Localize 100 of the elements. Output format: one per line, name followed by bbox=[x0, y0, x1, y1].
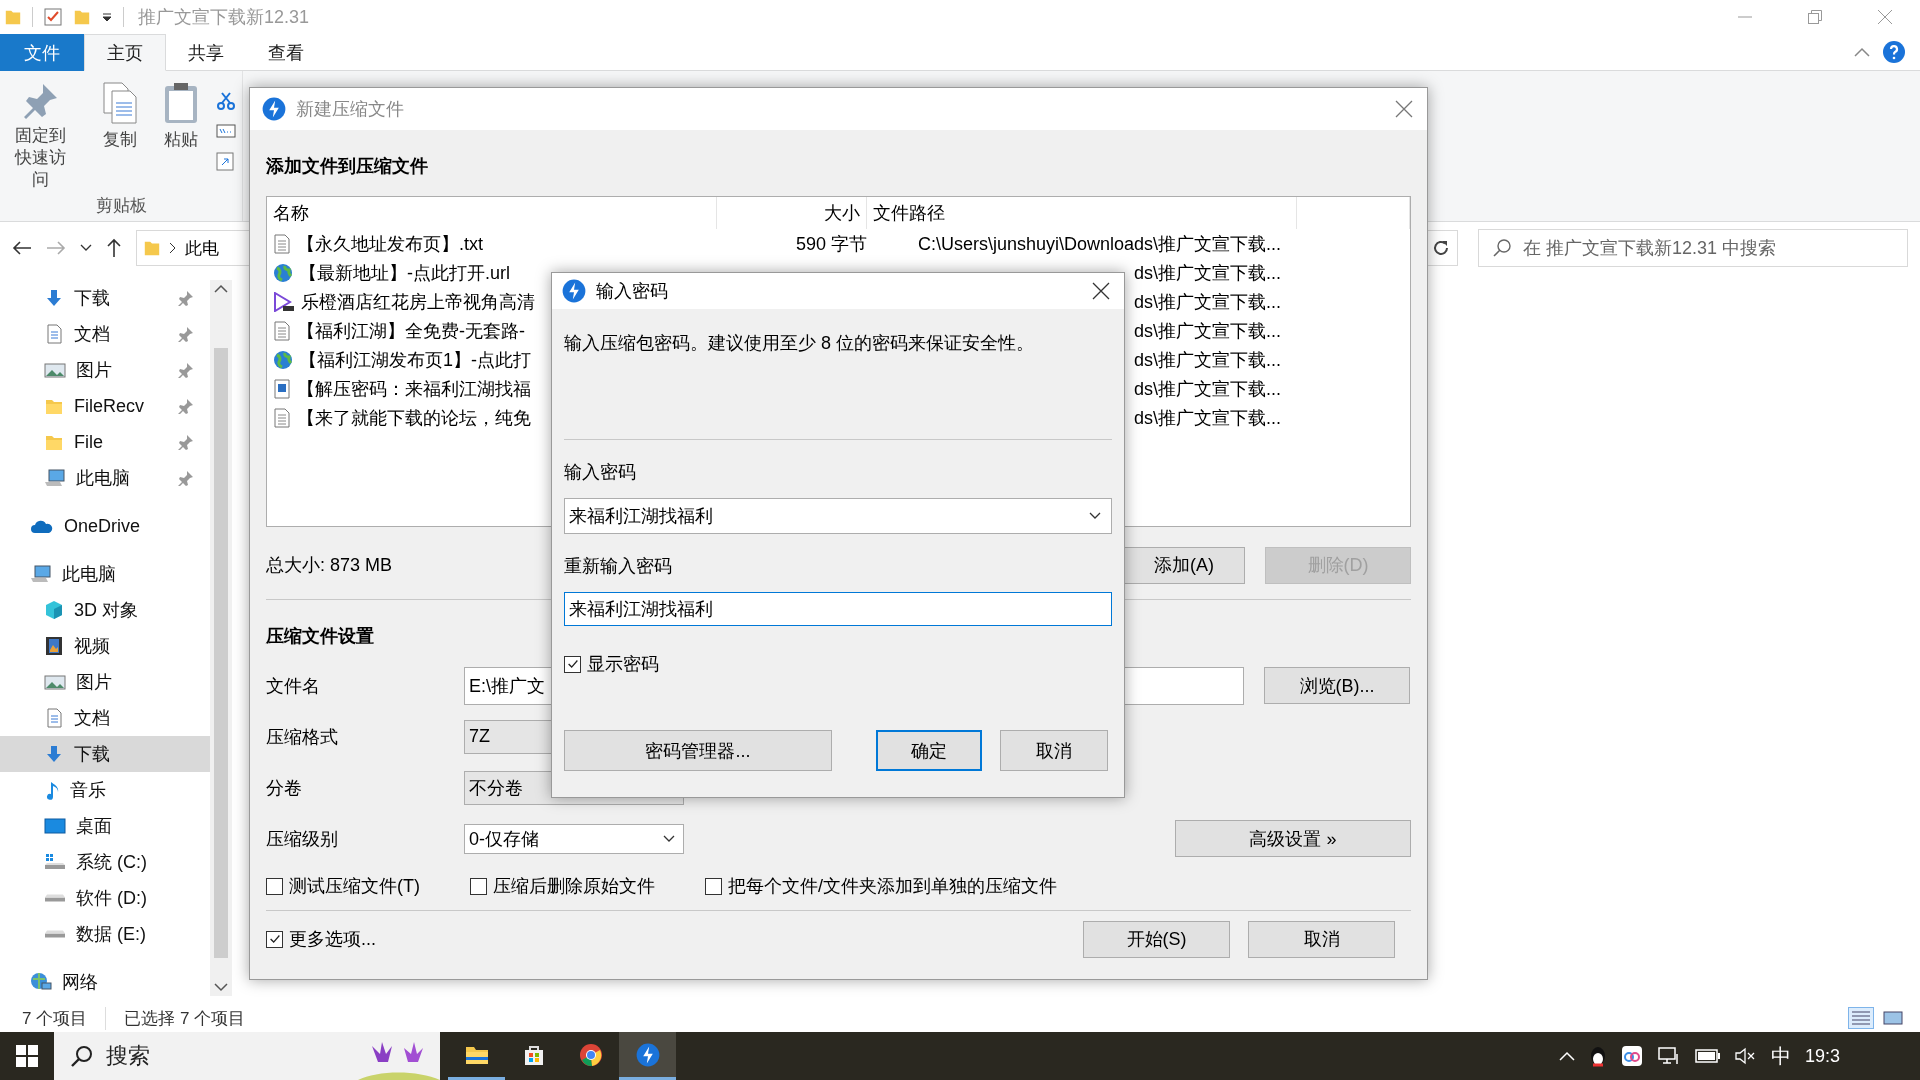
item-count: 7 个项目 bbox=[22, 1007, 89, 1030]
globe-icon bbox=[273, 262, 293, 283]
nav-item[interactable]: 此电脑 bbox=[0, 460, 210, 496]
archiver-app-icon bbox=[262, 97, 286, 121]
clock[interactable]: 19:3 bbox=[1804, 1045, 1840, 1067]
nav-item[interactable]: 下载 bbox=[0, 280, 210, 316]
ok-button[interactable]: 确定 bbox=[876, 730, 982, 771]
nav-item[interactable]: 文档 bbox=[0, 316, 210, 352]
file-path: ds\推广文宣下载... bbox=[1134, 407, 1281, 428]
windows-logo-icon bbox=[16, 1045, 38, 1067]
ribbon-tab[interactable]: 查看 bbox=[246, 34, 326, 71]
cancel-button[interactable]: 取消 bbox=[1000, 730, 1108, 771]
drive-icon bbox=[44, 894, 66, 902]
ribbon-button[interactable]: 复制 bbox=[93, 79, 147, 194]
download-arrow-icon bbox=[44, 744, 64, 764]
nav-item[interactable]: 数据 (E:) bbox=[0, 916, 210, 952]
network-icon bbox=[30, 972, 52, 992]
scrollbar[interactable] bbox=[210, 280, 232, 996]
back-button[interactable] bbox=[12, 240, 32, 256]
window-title: 推广文宣下载新12.31 bbox=[138, 6, 310, 29]
film-icon bbox=[44, 636, 64, 656]
show-password-checkbox-label[interactable]: 显示密码 bbox=[564, 652, 659, 676]
input-method-indicator[interactable]: 中 bbox=[1770, 1042, 1791, 1070]
nav-item[interactable]: 软件 (D:) bbox=[0, 880, 210, 916]
refresh-button[interactable] bbox=[1431, 238, 1451, 258]
search-field[interactable]: 在 推广文宣下载新12.31 中搜索 bbox=[1478, 229, 1908, 267]
checkbox[interactable] bbox=[266, 877, 283, 895]
option-checkbox-label[interactable]: 把每个文件/文件夹添加到单独的压缩文件 bbox=[705, 874, 1057, 898]
network-icon bbox=[1656, 1046, 1681, 1066]
start-button[interactable]: 开始(S) bbox=[1083, 920, 1230, 958]
file-path: ds\推广文宣下载... bbox=[1134, 378, 1281, 399]
nav-item[interactable]: 图片 bbox=[0, 352, 210, 388]
nav-item[interactable]: 音乐 bbox=[0, 772, 210, 808]
cube-icon bbox=[44, 600, 64, 620]
checkbox[interactable] bbox=[705, 877, 722, 895]
nav-item[interactable]: 文档 bbox=[0, 700, 210, 736]
chrome-icon bbox=[578, 1042, 603, 1067]
close-icon bbox=[1395, 100, 1413, 118]
check-icon bbox=[565, 657, 580, 671]
desktop-icon bbox=[44, 817, 66, 835]
download-arrow-icon bbox=[44, 288, 64, 308]
file-path: ds\推广文宣下载... bbox=[1134, 262, 1281, 283]
checkbox[interactable] bbox=[564, 655, 581, 673]
drive-icon bbox=[44, 930, 66, 938]
nav-item[interactable]: 桌面 bbox=[0, 808, 210, 844]
add-button[interactable]: 添加(A) bbox=[1123, 546, 1245, 584]
ribbon-tab[interactable]: 主页 bbox=[84, 34, 166, 71]
nav-item[interactable]: 下载 bbox=[0, 736, 210, 772]
level-dropdown[interactable]: 0-仅存储 bbox=[464, 823, 684, 854]
search-icon bbox=[1492, 238, 1512, 258]
text-file-icon bbox=[273, 233, 291, 254]
text-file-icon bbox=[273, 320, 291, 341]
nav-item[interactable]: FileRecv bbox=[0, 388, 210, 424]
column-header[interactable]: 大小 bbox=[717, 197, 867, 229]
column-header[interactable]: 名称 bbox=[267, 197, 717, 229]
speaker-muted-icon bbox=[1734, 1047, 1757, 1065]
advanced-settings-button[interactable]: 高级设置 » bbox=[1175, 820, 1411, 857]
details-view-icon bbox=[1850, 1009, 1872, 1027]
file-name: 【解压密码：来福利江湖找福 bbox=[297, 377, 531, 401]
file-name: 【福利江湖】全免费-无套路- bbox=[297, 319, 525, 343]
file-path: ds\推广文宣下载... bbox=[1134, 320, 1281, 341]
column-header[interactable]: 文件路径 bbox=[867, 197, 1297, 229]
computer-icon bbox=[44, 468, 66, 488]
nav-item[interactable]: File bbox=[0, 424, 210, 460]
image-file-icon bbox=[273, 378, 291, 399]
option-checkbox-label[interactable]: 测试压缩文件(T) bbox=[266, 874, 420, 898]
file-path: C:\Users\junshuyi\Downloads\推广文宣下载... bbox=[917, 233, 1281, 254]
password-manager-button[interactable]: 密码管理器... bbox=[564, 730, 832, 771]
nav-item[interactable]: 视频 bbox=[0, 628, 210, 664]
recent-locations-button[interactable] bbox=[80, 244, 92, 252]
ribbon-button[interactable]: 固定到快速访问 bbox=[6, 79, 76, 194]
ribbon-tab[interactable]: 文件 bbox=[0, 34, 84, 71]
nav-item[interactable]: OneDrive bbox=[0, 508, 210, 544]
nav-item[interactable]: 3D 对象 bbox=[0, 592, 210, 628]
nav-item[interactable]: 网络 bbox=[0, 964, 210, 1000]
nav-item[interactable]: 图片 bbox=[0, 664, 210, 700]
browse-button[interactable]: 浏览(B)... bbox=[1264, 667, 1410, 704]
close-icon bbox=[1092, 282, 1110, 300]
nav-item[interactable]: 系统 (C:) bbox=[0, 844, 210, 880]
help-icon bbox=[1882, 40, 1906, 64]
cancel-button[interactable]: 取消 bbox=[1248, 920, 1395, 958]
password-combobox[interactable]: 来福利江湖找福利 bbox=[564, 498, 1112, 534]
back-arrow-icon bbox=[12, 240, 32, 256]
dropdown-caret-icon bbox=[663, 834, 675, 843]
more-options-checkbox-label[interactable]: 更多选项... bbox=[266, 927, 376, 951]
show-hidden-icons-icon bbox=[1558, 1051, 1575, 1061]
file-path: ds\推广文宣下载... bbox=[1134, 349, 1281, 370]
ribbon-tab[interactable]: 共享 bbox=[166, 34, 246, 71]
instruction-text: 输入压缩包密码。建议使用至少 8 位的密码来保证安全性。 bbox=[564, 332, 1035, 355]
dialog-title: 输入密码 bbox=[596, 280, 668, 303]
nav-item[interactable]: 此电脑 bbox=[0, 556, 210, 592]
taskbar-search-field[interactable]: 搜索 bbox=[54, 1032, 440, 1080]
checkbox[interactable] bbox=[266, 930, 283, 948]
confirm-password-field[interactable]: 来福利江湖找福利 bbox=[564, 592, 1112, 626]
option-checkbox-label[interactable]: 压缩后删除原始文件 bbox=[470, 874, 655, 898]
scissors-icon bbox=[216, 91, 236, 111]
up-button[interactable] bbox=[106, 238, 122, 258]
checkbox[interactable] bbox=[470, 877, 487, 895]
ribbon-button[interactable]: 粘贴 bbox=[154, 79, 208, 194]
properties-icon bbox=[43, 7, 63, 27]
